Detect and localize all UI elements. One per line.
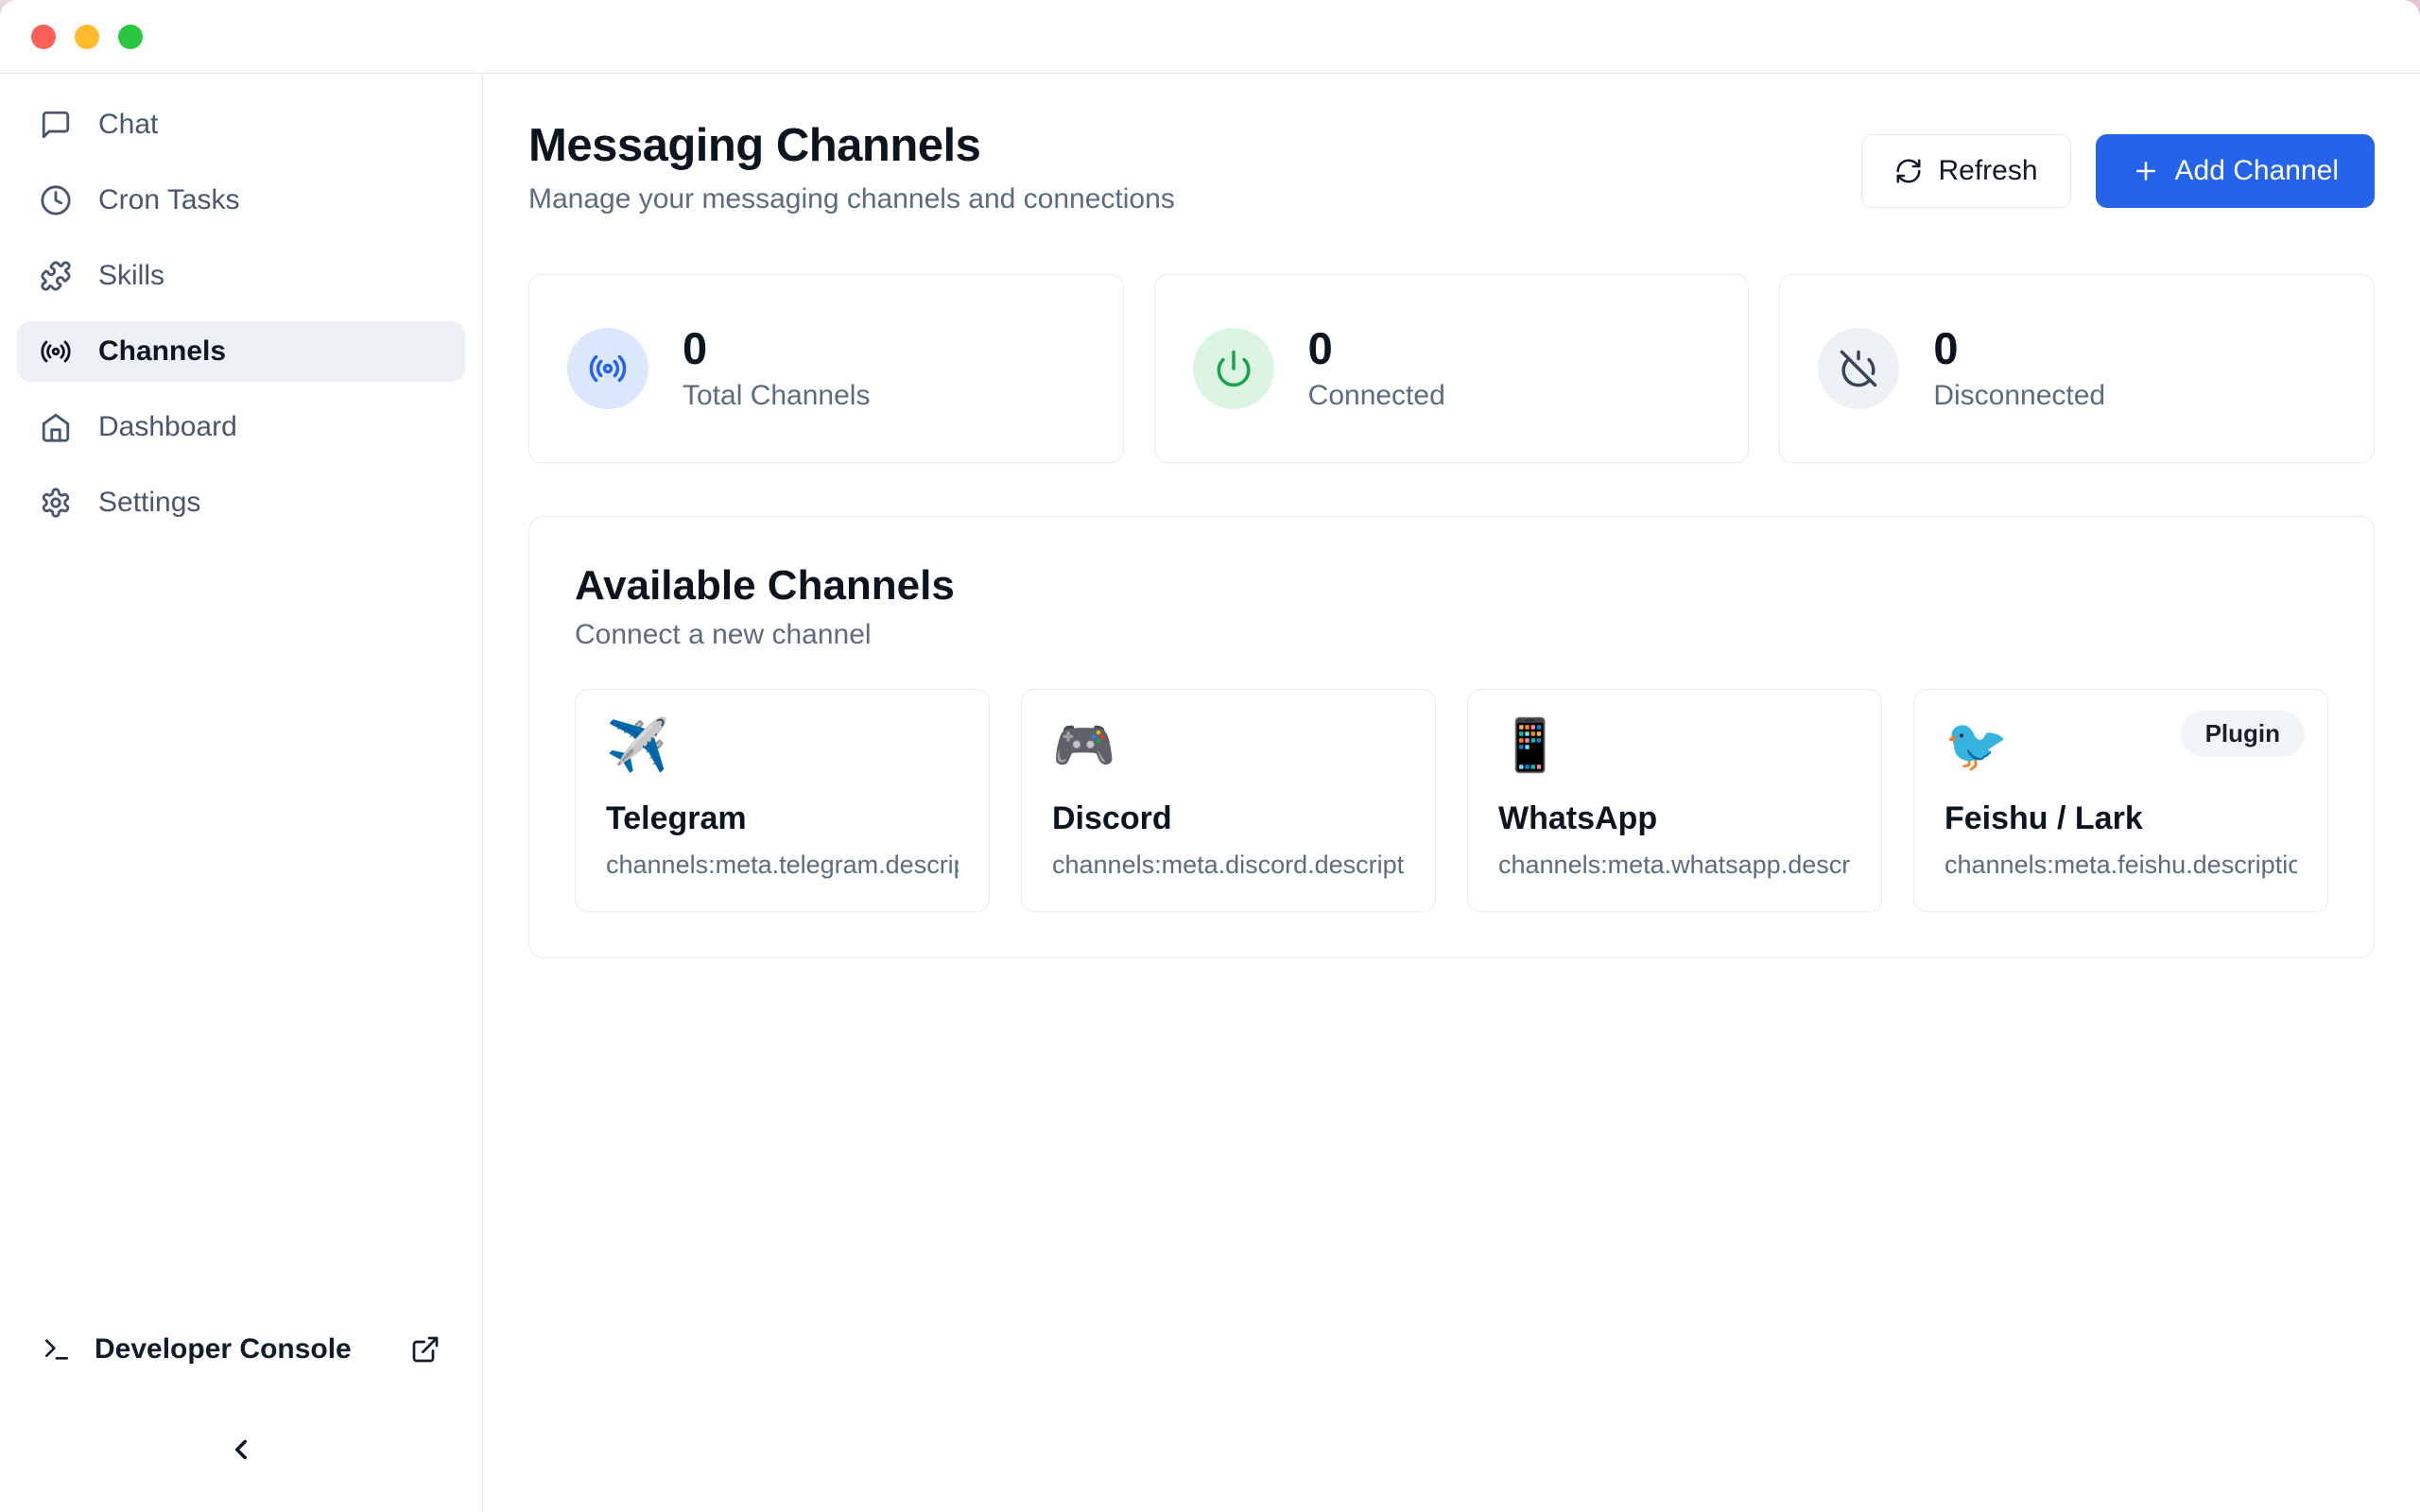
sidebar-item-label: Cron Tasks [98,184,240,216]
stats-row: 0 Total Channels 0 Connected [528,274,2375,463]
stat-text: 0 Total Channels [683,325,870,411]
external-link-icon [410,1334,441,1365]
stat-label: Connected [1308,380,1445,412]
sidebar-item-label: Channels [98,335,226,368]
channel-description: channels:meta.feishu.description [1945,850,2297,880]
zoom-window-button[interactable] [118,25,143,49]
channel-name: Telegram [606,800,959,837]
channel-name: Discord [1052,800,1405,837]
sidebar-item-label: Skills [98,260,164,292]
channel-card-feishu[interactable]: Plugin 🐦 Feishu / Lark channels:meta.fei… [1913,689,2328,912]
stat-icon-circle [1193,328,1274,409]
plugin-badge: Plugin [2181,711,2305,757]
sidebar-item-label: Dashboard [98,411,237,443]
close-window-button[interactable] [31,25,56,49]
titlebar [0,0,2420,74]
stat-value: 0 [1933,325,2105,371]
sidebar: Chat Cron Tasks Skills Channels Dashboar [0,74,483,1512]
home-icon [40,411,72,443]
page-title: Messaging Channels [528,119,1175,172]
stat-card-connected: 0 Connected [1154,274,1750,463]
sidebar-item-skills[interactable]: Skills [17,246,465,306]
available-channels-panel: Available Channels Connect a new channel… [528,516,2375,958]
sidebar-item-channels[interactable]: Channels [17,321,465,382]
channel-description: channels:meta.telegram.descript [606,850,959,880]
stat-label: Total Channels [683,380,870,412]
power-icon [1214,349,1253,388]
page-header-text: Messaging Channels Manage your messaging… [528,119,1175,215]
channel-name: WhatsApp [1498,800,1851,837]
app-window: Chat Cron Tasks Skills Channels Dashboar [0,0,2420,1512]
available-channels-title: Available Channels [575,562,2328,610]
chevron-left-icon [225,1434,257,1466]
developer-console-label: Developer Console [95,1333,352,1366]
channel-grid: ✈️ Telegram channels:meta.telegram.descr… [575,689,2328,912]
main-content: Messaging Channels Manage your messaging… [483,74,2420,1512]
power-off-icon [1839,349,1878,388]
channel-card-discord[interactable]: 🎮 Discord channels:meta.discord.descript… [1021,689,1436,912]
collapse-sidebar-button[interactable] [211,1419,271,1480]
sidebar-footer: Developer Console [0,1321,482,1512]
channel-name: Feishu / Lark [1945,800,2297,837]
broadcast-icon [40,335,72,368]
plus-icon [2132,157,2160,185]
stat-value: 0 [683,325,870,371]
refresh-button-label: Refresh [1938,155,2037,187]
broadcast-icon [588,349,628,388]
sidebar-nav: Chat Cron Tasks Skills Channels Dashboar [0,94,482,548]
collapse-row [0,1419,482,1480]
sidebar-item-label: Chat [98,109,158,141]
stat-icon-circle [1818,328,1899,409]
add-channel-button-label: Add Channel [2175,155,2339,187]
channel-description: channels:meta.whatsapp.descrip [1498,850,1851,880]
stat-text: 0 Connected [1308,325,1445,411]
stat-icon-circle [567,328,648,409]
sidebar-item-label: Settings [98,487,200,519]
page-subtitle: Manage your messaging channels and conne… [528,183,1175,215]
sidebar-item-dashboard[interactable]: Dashboard [17,397,465,457]
page-header: Messaging Channels Manage your messaging… [528,119,2375,215]
channel-card-whatsapp[interactable]: 📱 WhatsApp channels:meta.whatsapp.descri… [1467,689,1882,912]
puzzle-icon [40,260,72,292]
stat-label: Disconnected [1933,380,2105,412]
terminal-icon [42,1334,72,1365]
stat-card-total-channels: 0 Total Channels [528,274,1124,463]
refresh-icon [1894,157,1923,185]
add-channel-button[interactable]: Add Channel [2096,134,2375,208]
clock-icon [40,184,72,216]
app-body: Chat Cron Tasks Skills Channels Dashboar [0,74,2420,1512]
stat-card-disconnected: 0 Disconnected [1779,274,2375,463]
sidebar-item-cron-tasks[interactable]: Cron Tasks [17,170,465,231]
whatsapp-phone-icon: 📱 [1498,718,1851,774]
stat-value: 0 [1308,325,1445,371]
minimize-window-button[interactable] [75,25,99,49]
available-channels-subtitle: Connect a new channel [575,619,2328,651]
channel-card-telegram[interactable]: ✈️ Telegram channels:meta.telegram.descr… [575,689,990,912]
telegram-airplane-icon: ✈️ [606,718,959,774]
sidebar-item-chat[interactable]: Chat [17,94,465,155]
channel-description: channels:meta.discord.descriptic [1052,850,1405,880]
developer-console-link[interactable]: Developer Console [0,1321,482,1378]
gear-icon [40,487,72,519]
refresh-button[interactable]: Refresh [1861,134,2070,208]
stat-text: 0 Disconnected [1933,325,2105,411]
discord-gamepad-icon: 🎮 [1052,718,1405,774]
header-actions: Refresh Add Channel [1861,134,2375,208]
sidebar-item-settings[interactable]: Settings [17,472,465,533]
chat-bubble-icon [40,109,72,141]
